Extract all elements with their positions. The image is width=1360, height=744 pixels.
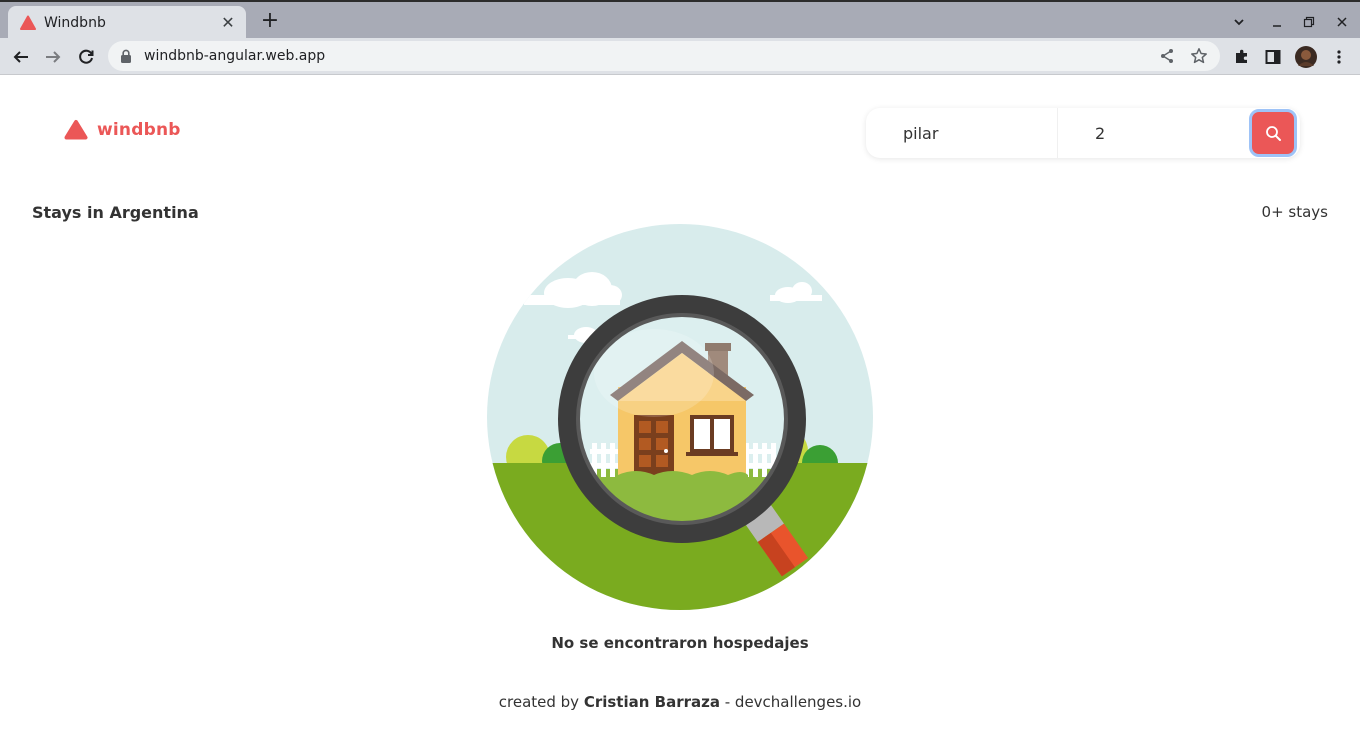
browser-tab[interactable]: Windbnb ✕ bbox=[8, 6, 246, 40]
star-icon[interactable] bbox=[1188, 45, 1210, 67]
stays-count: 0+ stays bbox=[1261, 203, 1328, 221]
footer-author[interactable]: Cristian Barraza bbox=[584, 693, 720, 711]
address-bar[interactable]: windbnb-angular.web.app bbox=[108, 41, 1220, 71]
search-icon bbox=[1265, 125, 1282, 142]
restore-icon[interactable] bbox=[1297, 10, 1321, 34]
guests-field[interactable]: 2 bbox=[1058, 108, 1247, 158]
footer-suffix: - devchallenges.io bbox=[719, 693, 862, 711]
share-icon[interactable] bbox=[1156, 45, 1178, 67]
browser-tab-strip: Windbnb ✕ + bbox=[0, 0, 1360, 40]
tab-title: Windbnb bbox=[44, 15, 106, 31]
puzzle-icon[interactable] bbox=[1229, 44, 1255, 70]
reload-icon[interactable] bbox=[73, 44, 99, 70]
kebab-menu-icon[interactable] bbox=[1326, 44, 1352, 70]
arrow-left-icon[interactable] bbox=[8, 44, 34, 70]
search-bar: pilar 2 bbox=[866, 108, 1300, 158]
lock-icon[interactable] bbox=[120, 49, 134, 63]
airbnb-triangle-icon bbox=[64, 119, 88, 141]
close-tab-icon[interactable]: ✕ bbox=[220, 15, 236, 31]
close-window-icon[interactable] bbox=[1330, 10, 1354, 34]
browser-toolbar: windbnb-angular.web.app bbox=[0, 38, 1360, 75]
minimize-icon[interactable] bbox=[1265, 10, 1289, 34]
empty-state-message: No se encontraron hospedajes bbox=[551, 634, 809, 652]
airbnb-triangle-icon bbox=[20, 15, 36, 31]
page-content: windbnb pilar 2 Stays in Argentina 0+ st… bbox=[0, 76, 1360, 744]
new-tab-button[interactable]: + bbox=[258, 10, 282, 34]
windbnb-logo[interactable]: windbnb bbox=[64, 119, 181, 141]
search-button[interactable] bbox=[1249, 109, 1297, 157]
location-field[interactable]: pilar bbox=[866, 108, 1058, 158]
arrow-right-icon[interactable] bbox=[40, 44, 66, 70]
logo-text: windbnb bbox=[97, 120, 181, 140]
side-panel-icon[interactable] bbox=[1260, 44, 1286, 70]
footer: created by Cristian Barraza - devchallen… bbox=[0, 693, 1360, 711]
url-text: windbnb-angular.web.app bbox=[144, 48, 326, 64]
avatar[interactable] bbox=[1293, 44, 1319, 70]
footer-prefix: created by bbox=[498, 693, 584, 711]
tab-search-icon[interactable] bbox=[1227, 10, 1251, 34]
empty-state-illustration bbox=[486, 223, 874, 611]
page-title: Stays in Argentina bbox=[32, 203, 199, 222]
